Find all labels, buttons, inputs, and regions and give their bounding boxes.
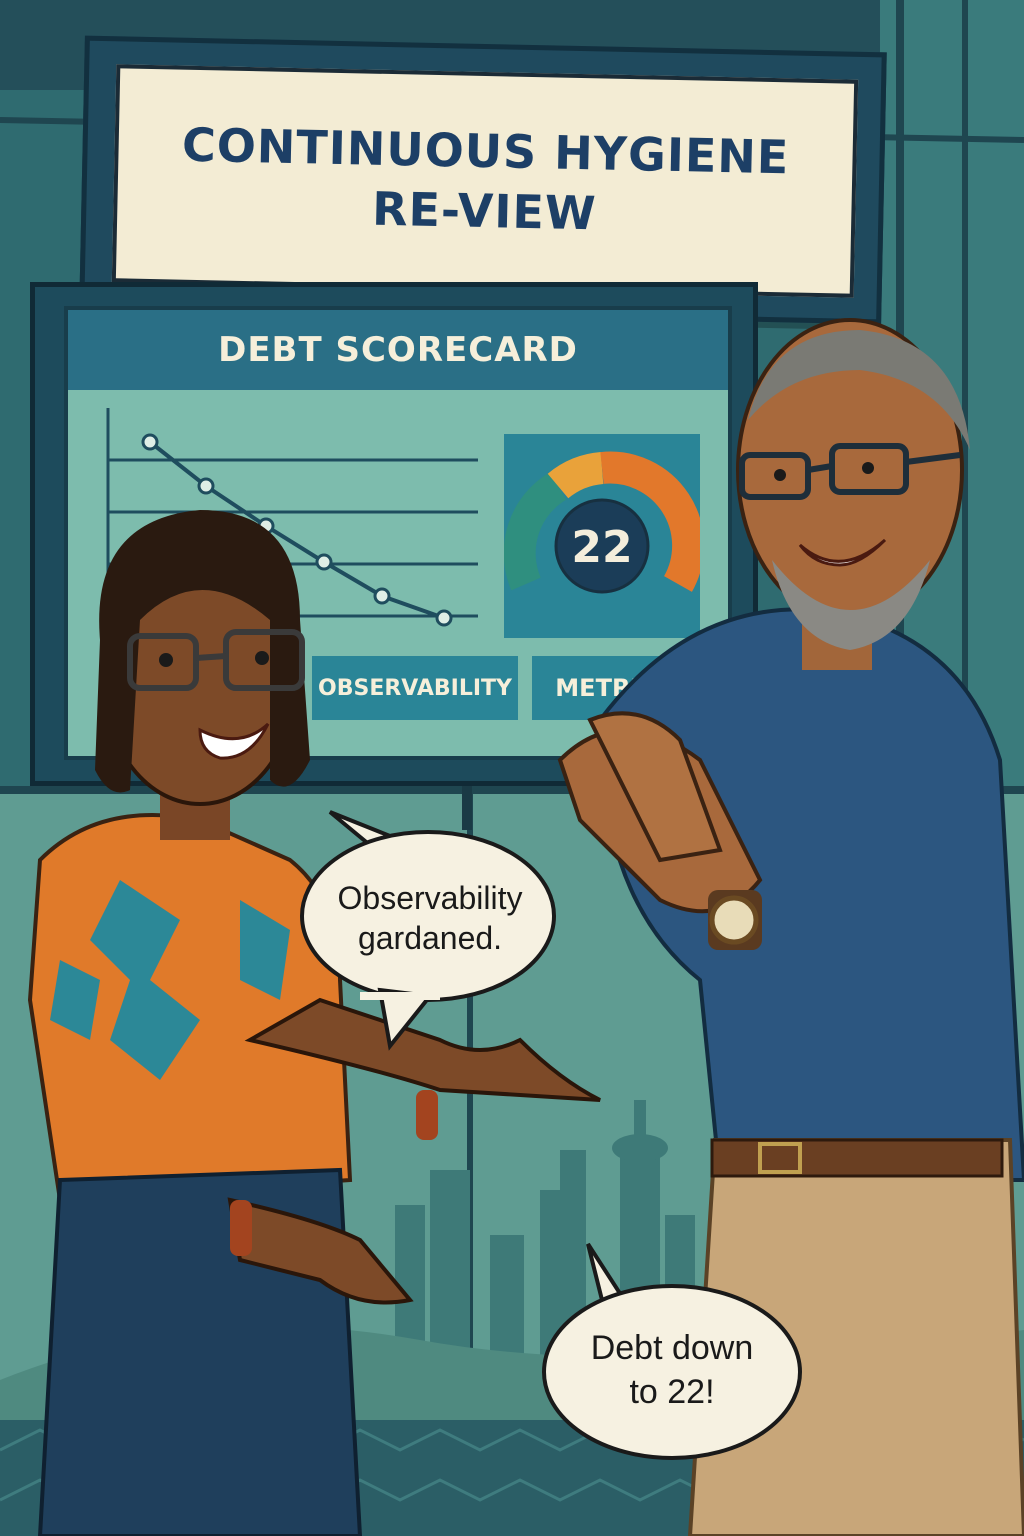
woman-figure	[27, 510, 601, 1536]
woman-speech-line1: Observability	[337, 880, 523, 916]
man-speech: Debt down to 22!	[554, 1326, 790, 1414]
woman-speech-line2: gardaned.	[357, 920, 503, 956]
man-speech-line2: to 22!	[629, 1373, 715, 1411]
characters-illustration	[27, 318, 1024, 1536]
woman-speech: Observability gardaned.	[310, 878, 550, 958]
man-speech-line1: Debt down	[590, 1329, 754, 1367]
comic-scene: CONTINUOUS HYGIENE RE-VIEW DEBT SCORECAR…	[0, 0, 1024, 1536]
bracelet	[416, 1090, 438, 1140]
bracelet	[230, 1200, 252, 1256]
wristwatch	[709, 895, 759, 945]
